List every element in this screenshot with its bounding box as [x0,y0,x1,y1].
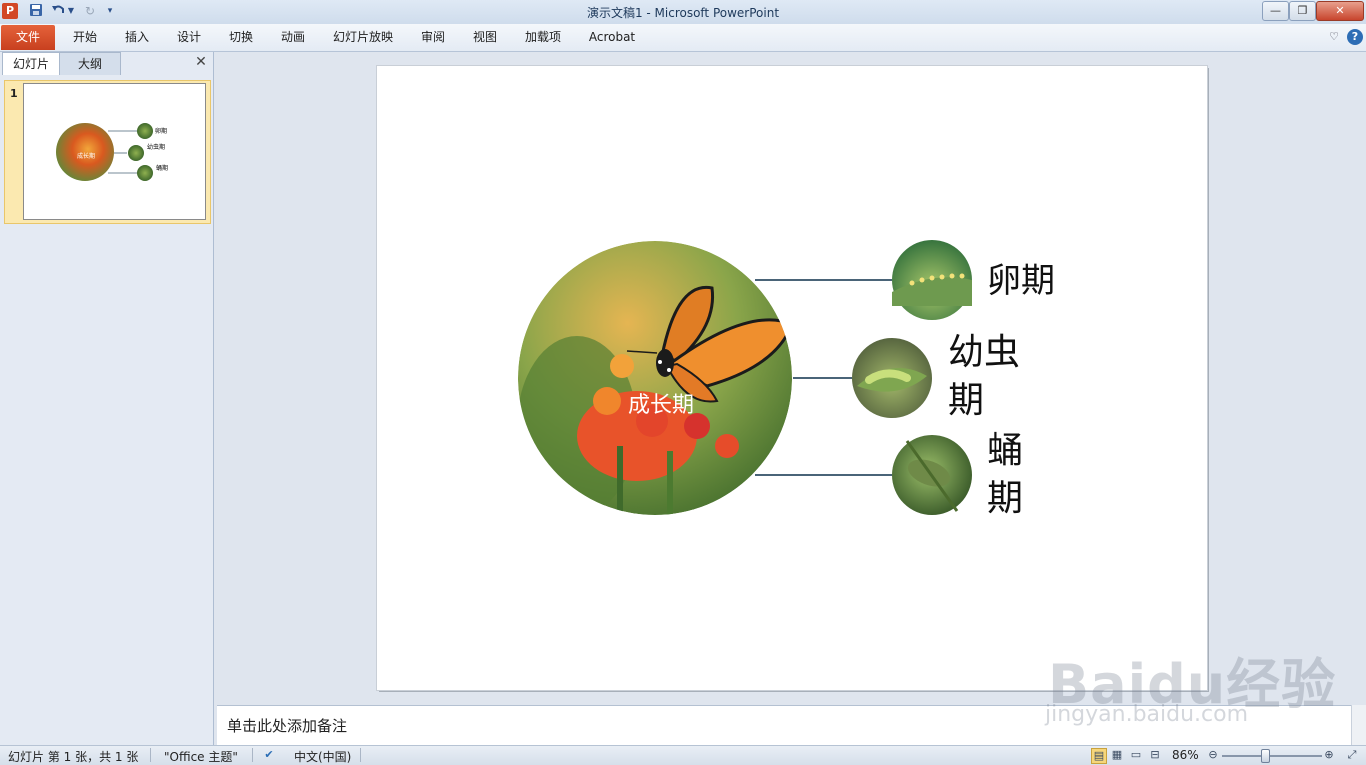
file-tab[interactable]: 文件 [1,25,55,50]
zoom-level[interactable]: 86% [1172,748,1199,762]
window-title: 演示文稿1 - Microsoft PowerPoint [586,6,780,20]
slide-info: 幻灯片 第 1 张，共 1 张 [8,750,139,764]
tab-transitions[interactable]: 切换 [219,25,263,50]
restore-icon[interactable]: ❐ [1289,1,1316,21]
notes-scrollbar[interactable] [1351,705,1366,745]
slideshow-icon[interactable]: ⊟ [1148,748,1162,762]
zoom-slider-thumb[interactable] [1261,749,1270,763]
ribbon-minimize-icon[interactable]: ♡ [1326,29,1342,45]
stage-label-larva-line2: 期 [948,380,984,421]
tab-view[interactable]: 视图 [463,25,507,50]
pupa-stage-image [892,435,972,515]
slide-thumbnail[interactable]: 成长期 卵期 幼虫期 蛹期 [23,83,206,220]
slide-canvas[interactable]: 成长期 卵期 幼虫 期 蛹 期 [376,65,1208,691]
fit-slide-icon[interactable]: ⤢ [1345,748,1359,762]
zoom-out-icon[interactable]: ⊖ [1206,748,1220,762]
status-separator [150,748,151,762]
minimize-icon[interactable]: — [1262,1,1289,21]
stage-label-pupa-line2: 期 [987,478,1023,519]
tab-animations[interactable]: 动画 [271,25,315,50]
tab-slides[interactable]: 幻灯片 [2,52,60,75]
thumbnail-center-label: 成长期 [77,152,95,160]
help-icon[interactable]: ? [1347,29,1363,45]
thumbnail-stage-2: 幼虫期 [147,143,165,151]
tab-review[interactable]: 审阅 [411,25,455,50]
theme-name[interactable]: "Office 主题" [164,748,238,765]
butterfly-image [518,241,792,515]
status-separator [360,748,361,762]
thumbnail-graphic: 成长期 卵期 幼虫期 蛹期 [56,123,168,181]
zoom-in-icon[interactable]: ⊕ [1322,748,1336,762]
tab-acrobat[interactable]: Acrobat [580,25,644,50]
stage-label-egg: 卵期 [987,261,1055,301]
baidu-watermark-url: jingyan.baidu.com [1045,702,1249,727]
center-label: 成长期 [628,393,694,418]
tab-design[interactable]: 设计 [167,25,211,50]
tab-addins[interactable]: 加载项 [516,25,570,50]
status-separator [252,748,253,762]
egg-stage-image [892,240,972,320]
slide-number: 1 [10,87,18,100]
spell-check-icon[interactable]: ✔ [262,748,276,762]
stage-label-pupa-line1: 蛹 [987,430,1023,471]
normal-view-icon[interactable]: ▤ [1091,748,1107,764]
tab-insert[interactable]: 插入 [115,25,159,50]
tab-home[interactable]: 开始 [62,25,108,50]
thumbnail-stage-1: 卵期 [155,127,167,135]
language[interactable]: 中文(中国) [294,748,351,765]
larva-stage-image [852,338,932,418]
notes-placeholder[interactable]: 单击此处添加备注 [227,715,347,736]
zoom-slider-track[interactable] [1222,755,1322,757]
thumbnail-stage-3: 蛹期 [156,164,168,172]
reading-view-icon[interactable]: ▭ [1129,748,1143,762]
stage-label-larva-line1: 幼虫 [948,332,1020,373]
tab-slideshow[interactable]: 幻灯片放映 [323,25,403,50]
tab-outline[interactable]: 大纲 [59,52,121,75]
slide-graphic: 成长期 卵期 幼虫 期 蛹 期 [518,240,1055,519]
slide-sorter-icon[interactable]: ▦ [1110,748,1124,762]
close-icon[interactable]: ✕ [1316,1,1364,21]
pane-close-icon[interactable]: ✕ [194,55,208,69]
